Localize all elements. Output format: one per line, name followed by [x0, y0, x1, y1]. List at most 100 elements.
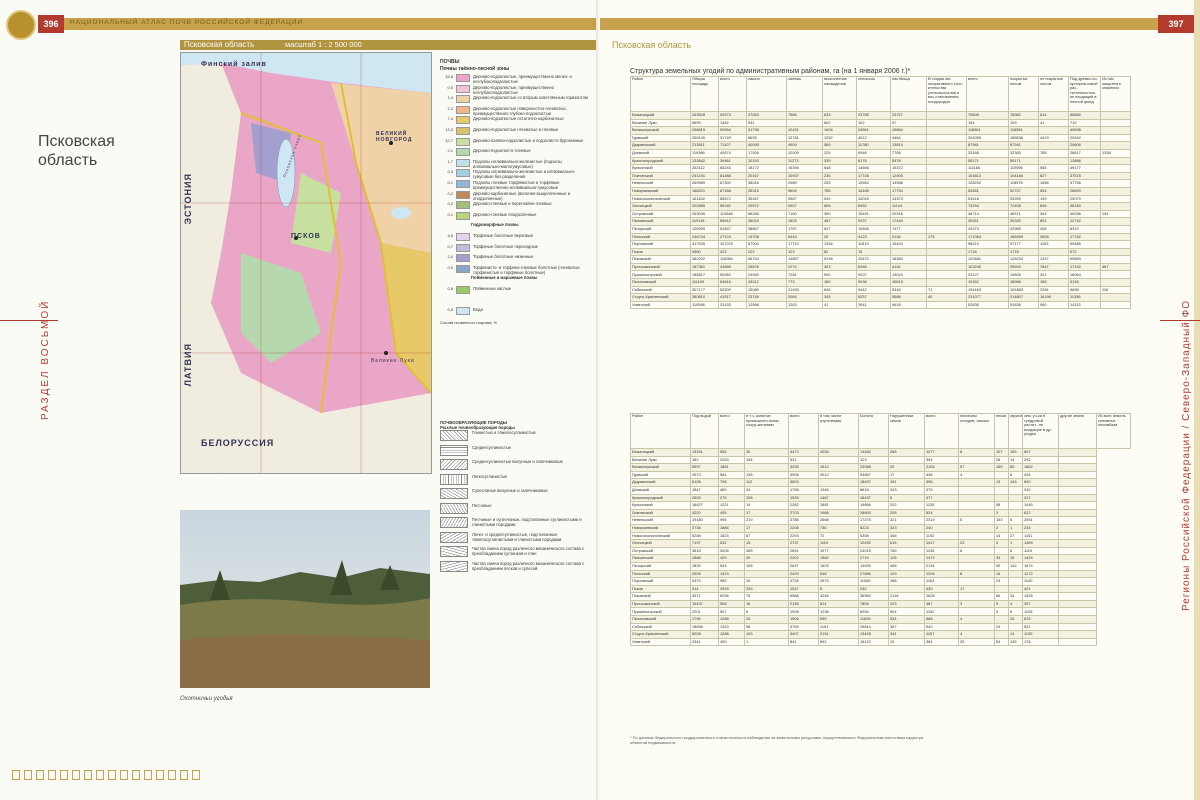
- table-cell: 9442: [856, 285, 891, 295]
- table-row: Псков 9560 422 222 123 62 15 1718 1718 672: [630, 247, 1131, 257]
- table-cell: 12492: [858, 539, 889, 548]
- table-cell: 53281: [966, 186, 1009, 196]
- legend-swatch: [456, 243, 470, 252]
- table-cell: [890, 247, 927, 257]
- table-cell: 5586: [890, 293, 927, 302]
- table-cell: [1058, 501, 1097, 510]
- table-cell: 2253: [718, 455, 745, 465]
- table-cell: [1058, 478, 1097, 487]
- table-cell: [1008, 493, 1023, 503]
- legend-swatch: [456, 74, 470, 82]
- table-cell: 222: [746, 247, 787, 257]
- section-label: Регионы Российской Федерации / Северо-За…: [1181, 300, 1192, 612]
- table-cell: 73254: [966, 202, 1009, 211]
- table-cell: 269989: [690, 179, 719, 188]
- landscape-photo: [180, 510, 430, 688]
- table-cell: 26814: [858, 622, 889, 632]
- table-cell: 20167: [746, 171, 787, 181]
- table-cell: 1192: [924, 531, 959, 541]
- table-cell: 317: [1022, 493, 1059, 503]
- table-cell: [1008, 569, 1023, 579]
- table-row: Новосокольнический 161832 85672 35167 9567 54…: [630, 194, 1131, 204]
- table-cell: 296819: [690, 126, 719, 135]
- table-cell: 175: [926, 232, 967, 242]
- table-cell: 263036: [690, 209, 719, 219]
- table-cell: 7806: [858, 599, 889, 609]
- table-cell: 4: [994, 539, 1009, 548]
- table-cell: [1038, 156, 1069, 166]
- table-cell: 202: [888, 501, 925, 510]
- table-cell: [926, 118, 967, 128]
- table-cell: 18986: [1008, 278, 1039, 287]
- district-name: Палкинский: [630, 554, 691, 563]
- table-title: Структура земельных угодий по администра…: [630, 68, 911, 75]
- table-cell: 9237: [856, 217, 891, 226]
- table-cell: 426: [1022, 470, 1059, 480]
- table-cell: 2508: [690, 569, 719, 579]
- table-cell: 645: [822, 285, 857, 295]
- legend-text: Дерново-глеевые и перегнойно-глеевые: [473, 201, 552, 207]
- table-cell: 632: [718, 539, 745, 548]
- table-cell: 1847: [690, 485, 719, 495]
- soil-legend: ПОЧВЫ Почвы таёжно-лесной зоны 33,8 Дерно…: [440, 58, 590, 325]
- district-name: Усвятский: [630, 300, 691, 310]
- table-cell: [1058, 485, 1097, 495]
- table-cell: 52836: [966, 300, 1009, 310]
- table-cell: 1135: [924, 501, 959, 510]
- table-cell: 11899: [858, 615, 889, 624]
- table-header-cell: В стадии ме-лиоративного стро-ительства …: [926, 76, 967, 112]
- table-cell: 11819: [856, 240, 891, 249]
- divider: [1160, 320, 1200, 321]
- table-row: Опочецкий 7197 632 15 2737 1119 12492 615 1417 23…: [630, 539, 1131, 548]
- table-cell: [958, 577, 995, 586]
- table-cell: 59: [994, 561, 1009, 571]
- table-row: Струго-Красненский 5208 1288 103 3407 2151 134…: [630, 630, 1131, 639]
- table-cell: [926, 255, 967, 264]
- table-header-cell: всего: [924, 413, 959, 449]
- parent-rock-item: Легко- и среднесуглинистые, подстиланные…: [440, 531, 590, 547]
- table-cell: 5288: [690, 531, 719, 541]
- table-row: Псков 414 3929 339 1537 5 230 430 17 421: [630, 584, 1131, 594]
- table-cell: [958, 592, 995, 601]
- district-name: Куньинский: [630, 164, 691, 173]
- table-cell: 15372: [890, 164, 927, 173]
- soil-map[interactable]: Финский залив ЭСТОНИЯ ЛАТВИЯ БЕЛОРУССИЯ …: [180, 52, 432, 474]
- table-cell: 34: [1008, 592, 1023, 601]
- table-cell: [926, 278, 967, 287]
- map-label-belarus: БЕЛОРУССИЯ: [201, 438, 275, 448]
- table-cell: 182: [690, 455, 719, 465]
- district-name: Великолукский: [630, 463, 691, 472]
- table-cell: [958, 493, 995, 503]
- table-row: Гдовский 259140 31749 8625 12781 1252 4012 4464…: [630, 133, 1131, 143]
- legend-item: 0,6 Пойменные кислые: [440, 285, 590, 297]
- table-cell: 128232: [966, 179, 1009, 188]
- table-cell: 2668: [818, 516, 859, 525]
- legend-item: 0,9 Торфянисто- и торфяно-глеевые болотны…: [440, 264, 590, 276]
- table-cell: 20318: [890, 209, 927, 219]
- district-name: Пушкиногорский: [630, 270, 691, 280]
- table-cell: [1100, 202, 1131, 211]
- table-cell: 43212: [746, 278, 787, 287]
- table-cell: 989: [718, 577, 745, 586]
- table-row: Локнянский 241241 81488 20167 10937 235 17745 1…: [630, 171, 1131, 181]
- table-cell: 5: [1008, 516, 1023, 525]
- table-cell: 1908: [788, 607, 819, 617]
- table-cell: 1582: [818, 554, 859, 563]
- district-name: Дновский: [630, 485, 691, 495]
- map-label-estonia: ЭСТОНИЯ: [183, 173, 193, 225]
- table-row: Плюсский 246744 27124 13708 6443 25 4123 2134 17…: [630, 232, 1131, 242]
- legend-swatch: [456, 254, 470, 263]
- legend-code: 33,8: [445, 74, 453, 79]
- table-cell: 540: [924, 622, 959, 632]
- table-cell: 67302: [718, 179, 747, 188]
- table-cell: 194163: [966, 285, 1009, 295]
- table-row: Порховский 317535 107220 67004 17710 1254 1181…: [630, 240, 1131, 249]
- table-header-cell: полигоны отходов, свалки: [958, 413, 995, 449]
- table-cell: 59683: [1068, 255, 1101, 264]
- table-cell: 55362: [718, 270, 747, 280]
- region-bar: Псковская область: [180, 40, 600, 50]
- table-cell: 421: [1022, 584, 1059, 594]
- table-row: Островский 3818 3008 365 2891 1977 24915 785 113…: [630, 546, 1131, 556]
- table-cell: 3803: [788, 478, 819, 487]
- table-cell: 5699: [690, 118, 719, 128]
